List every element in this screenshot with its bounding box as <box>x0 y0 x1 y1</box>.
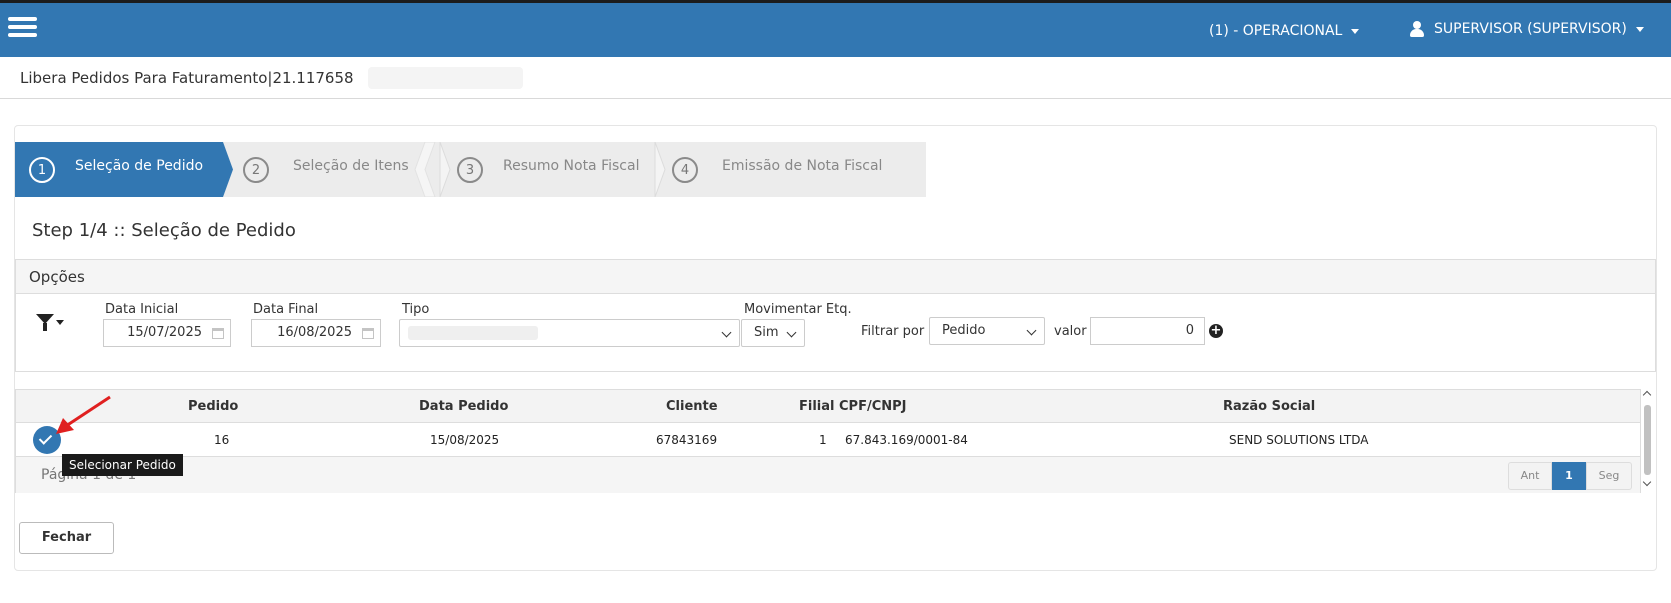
table-footer: Página 1 de 1 Ant 1 Seg <box>16 457 1640 493</box>
col-filial[interactable]: Filial <box>799 399 834 414</box>
cell-data-pedido: 15/08/2025 <box>430 433 500 447</box>
select-order-tooltip: Selecionar Pedido <box>62 454 183 476</box>
tipo-label: Tipo <box>402 302 430 317</box>
filtrar-select[interactable]: Pedido <box>929 317 1045 345</box>
step-number: 4 <box>672 157 698 183</box>
col-razao-social[interactable]: Razão Social <box>1223 399 1315 414</box>
user-menu[interactable]: SUPERVISOR (SUPERVISOR) <box>1410 21 1644 37</box>
options-title: Opções <box>29 268 85 286</box>
redacted-area <box>368 67 523 89</box>
movimentar-label: Movimentar Etq. <box>744 302 852 317</box>
data-inicial-input[interactable]: 15/07/2025 <box>103 319 231 347</box>
cell-pedido: 16 <box>214 433 230 447</box>
pager-next-button[interactable]: Seg <box>1586 462 1632 490</box>
chevron-down-icon <box>786 327 797 338</box>
valor-label: valor <box>1054 324 1087 339</box>
chevron-down-icon <box>1026 325 1037 336</box>
step-label: Seleção de Pedido <box>75 158 204 174</box>
cell-cpf-cnpj: 67.843.169/0001-84 <box>845 433 968 447</box>
chevron-down-icon <box>721 327 732 338</box>
table-header: Pedido Data Pedido Cliente Filial CPF/CN… <box>16 390 1640 423</box>
chevron-down-icon <box>1351 28 1360 34</box>
page-title: Libera Pedidos Para Faturamento|21.11765… <box>20 69 354 87</box>
scroll-down-icon[interactable] <box>1642 477 1652 487</box>
col-cpf-cnpj[interactable]: CPF/CNPJ <box>839 399 906 414</box>
table-row[interactable]: 16 15/08/2025 67843169 1 67.843.169/0001… <box>16 423 1640 457</box>
filtrar-label: Filtrar por <box>861 324 925 339</box>
options-header: Opções <box>16 260 1655 294</box>
pager-prev-button[interactable]: Ant <box>1508 462 1552 490</box>
data-final-input[interactable]: 16/08/2025 <box>251 319 381 347</box>
calendar-icon[interactable] <box>212 328 224 339</box>
step-number: 1 <box>29 157 55 183</box>
wizard-step-2[interactable]: 2 Seleção de Itens <box>233 142 443 197</box>
cell-cliente: 67843169 <box>656 433 718 447</box>
col-pedido[interactable]: Pedido <box>188 399 238 414</box>
step-number: 3 <box>457 157 483 183</box>
pager-page-1[interactable]: 1 <box>1552 462 1586 490</box>
data-inicial-label: Data Inicial <box>105 302 179 317</box>
filter-icon[interactable] <box>36 314 64 334</box>
movimentar-value: Sim <box>754 325 779 340</box>
wizard-step-1[interactable]: 1 Seleção de Pedido <box>15 142 230 197</box>
pagination: Ant 1 Seg <box>1508 462 1632 490</box>
data-final-label: Data Final <box>253 302 319 317</box>
valor-input[interactable]: 0 <box>1090 317 1205 345</box>
unit-selector[interactable]: (1) - OPERACIONAL <box>1209 23 1360 39</box>
valor-value: 0 <box>1185 323 1194 338</box>
orders-table: Pedido Data Pedido Cliente Filial CPF/CN… <box>15 389 1641 493</box>
cell-razao-social: SEND SOLUTIONS LTDA <box>1229 433 1369 447</box>
data-final-value: 16/08/2025 <box>277 325 352 340</box>
step-label: Seleção de Itens <box>293 158 409 174</box>
close-button[interactable]: Fechar <box>19 522 114 554</box>
movimentar-select[interactable]: Sim <box>741 319 805 347</box>
options-panel: Opções Data Inicial 15/07/2025 Data Fina… <box>15 259 1656 372</box>
scrollbar[interactable] <box>1641 389 1655 493</box>
tipo-select[interactable] <box>399 319 740 347</box>
step-label: Resumo Nota Fiscal <box>503 158 640 174</box>
calendar-icon[interactable] <box>362 328 374 339</box>
menu-icon[interactable] <box>8 17 37 39</box>
arrow-icon <box>56 395 111 434</box>
wizard-steps: 1 Seleção de Pedido 2 Seleção de Itens 3… <box>15 142 930 197</box>
divider <box>0 98 1671 99</box>
check-icon <box>38 431 53 445</box>
user-icon <box>1410 21 1424 37</box>
step-label: Emissão de Nota Fiscal <box>722 158 883 174</box>
step-number: 2 <box>243 157 269 183</box>
chevron-down-icon <box>1635 26 1644 32</box>
data-inicial-value: 15/07/2025 <box>127 325 202 340</box>
filtrar-value: Pedido <box>942 323 986 338</box>
col-data-pedido[interactable]: Data Pedido <box>419 399 508 414</box>
plus-circle-icon[interactable]: + <box>1209 324 1223 338</box>
step-heading: Step 1/4 :: Seleção de Pedido <box>32 220 296 241</box>
scroll-up-icon[interactable] <box>1642 390 1652 400</box>
redacted-value <box>408 326 538 340</box>
wizard-step-3[interactable]: 3 Resumo Nota Fiscal <box>447 142 657 197</box>
unit-label: (1) - OPERACIONAL <box>1209 23 1343 39</box>
col-cliente[interactable]: Cliente <box>666 399 718 414</box>
wizard-step-4[interactable]: 4 Emissão de Nota Fiscal <box>662 142 924 197</box>
scroll-thumb[interactable] <box>1644 405 1651 475</box>
top-navbar: (1) - OPERACIONAL SUPERVISOR (SUPERVISOR… <box>0 0 1671 57</box>
cell-filial: 1 <box>819 433 827 447</box>
user-label: SUPERVISOR (SUPERVISOR) <box>1434 21 1627 37</box>
